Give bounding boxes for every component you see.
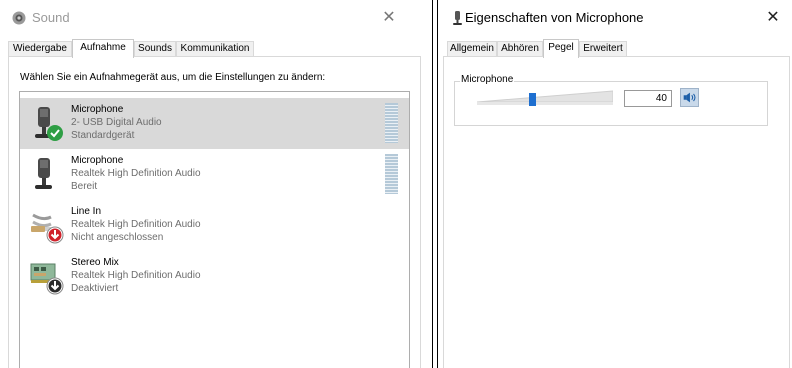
tab-strip: Allgemein Abhören Pegel Erweitert bbox=[447, 39, 747, 58]
device-name: Line In bbox=[71, 206, 102, 217]
volume-value-field[interactable]: 40 bbox=[624, 90, 672, 107]
device-status: Bereit bbox=[71, 181, 98, 192]
window-divider-right bbox=[437, 0, 438, 368]
level-meter bbox=[385, 103, 398, 143]
not-connected-arrow-icon bbox=[46, 226, 64, 244]
recording-panel: Wählen Sie ein Aufnahmegerät aus, um die… bbox=[8, 56, 421, 368]
window-title: Sound bbox=[32, 10, 70, 25]
microphone-icon bbox=[35, 158, 52, 189]
tab-advanced[interactable]: Erweitert bbox=[579, 41, 627, 57]
tab-recording[interactable]: Aufnahme bbox=[72, 39, 134, 58]
device-item-usb-microphone[interactable]: Microphone 2- USB Digital Audio Standard… bbox=[20, 98, 409, 149]
tab-listen[interactable]: Abhören bbox=[497, 41, 543, 57]
tab-levels[interactable]: Pegel bbox=[543, 39, 579, 58]
title-bar[interactable]: Sound ✕ bbox=[0, 0, 427, 36]
disabled-arrow-icon bbox=[46, 277, 64, 295]
device-item-realtek-microphone[interactable]: Microphone Realtek High Definition Audio… bbox=[20, 149, 409, 200]
close-button[interactable]: ✕ bbox=[759, 6, 787, 30]
device-driver: Realtek High Definition Audio bbox=[71, 219, 201, 230]
level-meter bbox=[385, 154, 398, 194]
device-name: Stereo Mix bbox=[71, 257, 119, 268]
sound-card-icon bbox=[30, 263, 64, 295]
device-item-line-in[interactable]: Line In Realtek High Definition Audio Ni… bbox=[20, 200, 409, 251]
levels-panel: Microphone 40 bbox=[443, 56, 790, 368]
speaker-app-icon bbox=[12, 11, 26, 25]
speaker-icon[interactable] bbox=[680, 88, 699, 107]
volume-slider-thumb[interactable] bbox=[529, 93, 536, 106]
device-item-stereo-mix[interactable]: Stereo Mix Realtek High Definition Audio… bbox=[20, 251, 409, 302]
device-name: Microphone bbox=[71, 155, 124, 166]
tab-strip: Wiedergabe Aufnahme Sounds Kommunikation bbox=[8, 39, 408, 58]
tab-playback[interactable]: Wiedergabe bbox=[8, 41, 72, 57]
microphone-icon bbox=[35, 107, 63, 141]
device-status: Nicht angeschlossen bbox=[71, 232, 164, 243]
device-driver: Realtek High Definition Audio bbox=[71, 168, 201, 179]
sound-dialog: Sound ✕ Wiedergabe Aufnahme Sounds Kommu… bbox=[0, 0, 427, 368]
line-in-cable-icon bbox=[31, 213, 64, 244]
device-driver: Realtek High Definition Audio bbox=[71, 270, 201, 281]
device-status: Deaktiviert bbox=[71, 283, 119, 294]
default-check-icon bbox=[47, 125, 63, 141]
device-status: Standardgerät bbox=[71, 130, 135, 141]
microphone-level-group: Microphone 40 bbox=[454, 74, 768, 126]
microphone-app-icon bbox=[453, 11, 462, 25]
window-title: Eigenschaften von Microphone bbox=[465, 10, 644, 25]
group-label: Microphone bbox=[460, 74, 515, 85]
title-bar[interactable]: Eigenschaften von Microphone ✕ bbox=[441, 0, 792, 36]
device-driver: 2- USB Digital Audio bbox=[71, 117, 162, 128]
device-name: Microphone bbox=[71, 104, 124, 115]
microphone-properties-dialog: Eigenschaften von Microphone ✕ Allgemein… bbox=[441, 0, 792, 368]
tab-sounds[interactable]: Sounds bbox=[134, 41, 176, 57]
tab-communication[interactable]: Kommunikation bbox=[176, 41, 254, 57]
device-list[interactable]: Microphone 2- USB Digital Audio Standard… bbox=[19, 91, 410, 368]
close-button[interactable]: ✕ bbox=[375, 6, 403, 30]
volume-slider[interactable] bbox=[477, 89, 613, 107]
tab-general[interactable]: Allgemein bbox=[447, 41, 497, 57]
instruction-text: Wählen Sie ein Aufnahmegerät aus, um die… bbox=[20, 72, 326, 83]
window-divider-left bbox=[432, 0, 433, 368]
